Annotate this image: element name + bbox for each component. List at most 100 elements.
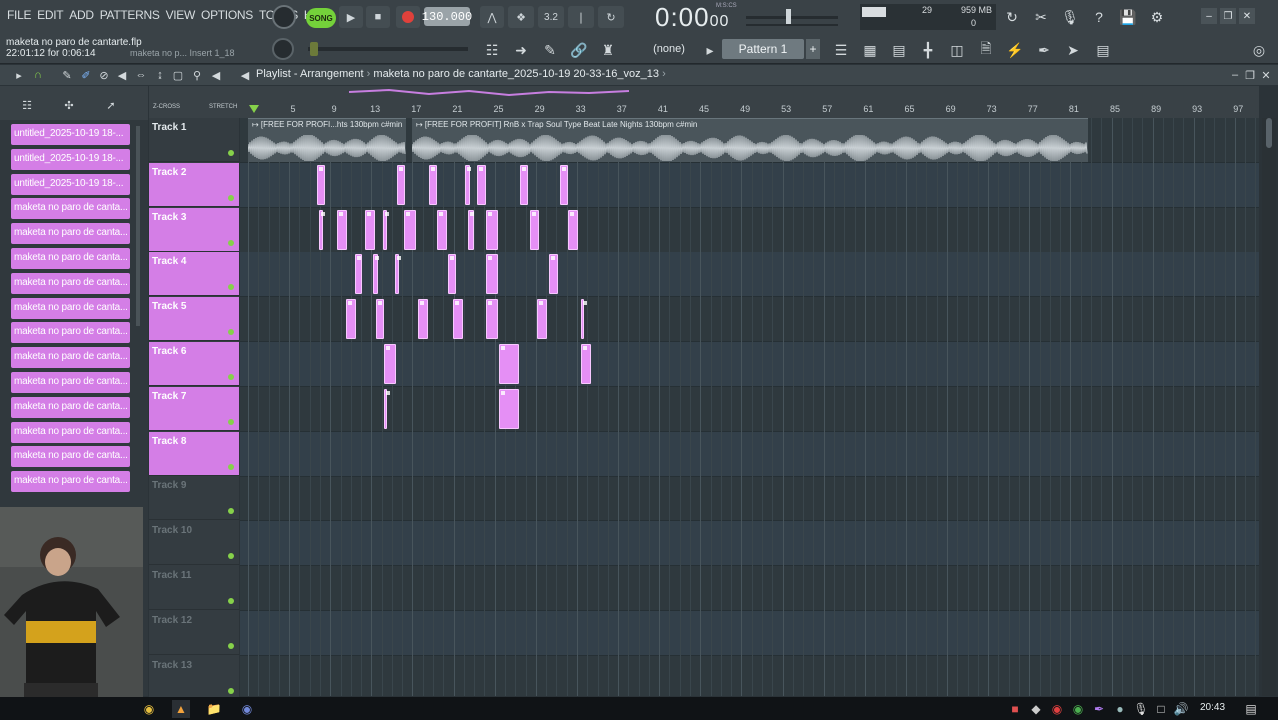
vocal-pattern-clip[interactable]: [549, 254, 558, 295]
vocal-pattern-clip[interactable]: [384, 388, 390, 429]
record-audio-button[interactable]: 🎙: [1059, 7, 1081, 27]
clip-list-scrollbar[interactable]: [136, 126, 140, 326]
track-header-2[interactable]: Track 2: [149, 162, 239, 207]
brush-tool-button[interactable]: ✎: [539, 40, 561, 60]
plugin-picker-button[interactable]: ⚡: [1004, 40, 1026, 60]
close-button[interactable]: ✕: [1239, 8, 1255, 24]
shop-button[interactable]: ▤: [1092, 40, 1114, 60]
touch-keyboard-button[interactable]: ✒: [1033, 40, 1055, 60]
clip-list-item[interactable]: maketa no paro de canta...: [11, 421, 130, 443]
clip-list-tool-1[interactable]: ☷: [20, 98, 34, 112]
track-header-1[interactable]: Track 1: [149, 118, 239, 162]
snap-selector[interactable]: (none): [640, 40, 698, 58]
clip-list-item[interactable]: maketa no paro de canta...: [11, 272, 130, 294]
loop-record-button[interactable]: ↻: [598, 6, 624, 28]
vocal-pattern-clip[interactable]: [486, 209, 498, 250]
clip-list-item[interactable]: maketa no paro de canta...: [11, 248, 130, 269]
vocal-pattern-clip[interactable]: [499, 344, 519, 384]
vocal-pattern-clip[interactable]: [429, 164, 437, 205]
piano-roll-window-button[interactable]: ▦: [859, 40, 881, 60]
vocal-pattern-clip[interactable]: [383, 209, 389, 250]
vocal-pattern-clip[interactable]: [581, 344, 591, 384]
record-button[interactable]: [396, 6, 420, 28]
vocal-pattern-clip[interactable]: [397, 164, 405, 205]
arrow-tool-button[interactable]: ➜: [510, 40, 532, 60]
vocal-pattern-clip[interactable]: [486, 254, 498, 295]
vocal-pattern-clip[interactable]: [486, 299, 498, 340]
clip-list-tool-3[interactable]: ➚: [104, 98, 118, 112]
playlist-button[interactable]: ☰: [830, 40, 852, 60]
vocal-pattern-clip[interactable]: [537, 299, 547, 340]
magnet-button[interactable]: ∩: [31, 68, 45, 82]
clip-list-item[interactable]: untitled_2025-10-19 18-...: [11, 148, 130, 170]
network-tray-icon[interactable]: □: [1152, 700, 1170, 718]
track-enable-led[interactable]: [228, 598, 234, 604]
menu-file[interactable]: FILE: [4, 8, 34, 22]
master-pitch-slider[interactable]: [308, 42, 468, 56]
menu-add[interactable]: ADD: [66, 8, 96, 22]
track-enable-led[interactable]: [228, 508, 234, 515]
track-header-6[interactable]: Track 6: [149, 342, 239, 386]
undo-history-button[interactable]: ↻: [1001, 7, 1023, 27]
pitch-knob[interactable]: [272, 38, 294, 60]
vocal-pattern-clip[interactable]: [376, 299, 384, 340]
save-button[interactable]: 💾: [1117, 7, 1139, 27]
track-header-5[interactable]: Track 5: [149, 297, 239, 342]
vocal-pattern-clip[interactable]: [395, 254, 401, 295]
menu-patterns[interactable]: PATTERNS: [97, 8, 163, 22]
clip-list-item[interactable]: untitled_2025-10-19 18-...: [11, 124, 130, 145]
track-enable-led[interactable]: [228, 463, 234, 470]
track-header-11[interactable]: Track 11: [149, 566, 239, 610]
vocal-pattern-clip[interactable]: [530, 209, 539, 250]
help-button[interactable]: ?: [1088, 7, 1110, 27]
track-enable-led[interactable]: [228, 642, 234, 649]
vocal-pattern-clip[interactable]: [346, 299, 356, 340]
vocal-pattern-clip[interactable]: [337, 209, 347, 250]
clip-list-item[interactable]: maketa no paro de canta...: [11, 223, 130, 245]
tray-app-icon-5[interactable]: ✒: [1090, 700, 1108, 718]
clip-list-item[interactable]: maketa no paro de canta...: [11, 446, 130, 468]
menu-edit[interactable]: EDIT: [34, 8, 66, 22]
maximize-button[interactable]: ❐: [1220, 8, 1236, 24]
track-enable-led[interactable]: [228, 329, 234, 336]
pattern-selector-arrow[interactable]: ▸: [703, 40, 717, 60]
stop-button[interactable]: ■: [366, 6, 390, 28]
file-explorer-taskbar-icon[interactable]: 📁: [205, 700, 223, 718]
track-enable-led[interactable]: [228, 418, 234, 425]
main-volume-knob[interactable]: [272, 5, 296, 29]
track-header-7[interactable]: Track 7: [149, 386, 239, 431]
slice-tool-button[interactable]: ↨: [153, 68, 167, 82]
clip-list-item[interactable]: maketa no paro de canta...: [11, 372, 130, 393]
volume-tray-icon[interactable]: 🔊: [1172, 700, 1190, 718]
pattern-selector[interactable]: Pattern 1: [722, 39, 804, 59]
countdown-button[interactable]: 3.2: [538, 6, 564, 28]
plugin-button[interactable]: ⚙: [1146, 7, 1168, 27]
pitch-slider-handle[interactable]: [310, 42, 318, 56]
playlist-maximize-button[interactable]: ❐: [1243, 68, 1257, 82]
master-volume-slider[interactable]: [746, 6, 846, 30]
timeline-ruler[interactable]: Z-CROSS STRETCH 5 9 13 17 21 25 29 33 37 41 45 49 53…: [149, 86, 1259, 118]
stretch-label[interactable]: STRETCH: [209, 104, 237, 110]
vocal-pattern-clip[interactable]: [384, 344, 396, 384]
clip-list-item[interactable]: maketa no paro de canta...: [11, 471, 130, 493]
menu-options[interactable]: OPTIONS: [198, 8, 256, 22]
track-header-12[interactable]: Track 12: [149, 610, 239, 655]
track-enable-led[interactable]: [228, 374, 234, 380]
piano-roll-button[interactable]: ☷: [481, 40, 503, 60]
playlist-close-button[interactable]: ✕: [1259, 68, 1273, 82]
play-button[interactable]: ▶: [339, 6, 363, 28]
clip-list-item[interactable]: maketa no paro de canta...: [11, 347, 130, 369]
scroll-thumb[interactable]: [1266, 118, 1272, 148]
vocal-pattern-clip[interactable]: [319, 209, 325, 250]
wait-for-input-button[interactable]: ❖: [508, 6, 534, 28]
playlist-vertical-scrollbar[interactable]: [1262, 118, 1276, 696]
feedback-button[interactable]: ➤: [1062, 40, 1084, 60]
paint-tool-button[interactable]: ✐: [79, 68, 93, 82]
audio-clip[interactable]: ↦ [FREE FOR PROFI...hts 130bpm c#min: [248, 118, 406, 162]
vocal-pattern-clip[interactable]: [568, 209, 578, 250]
vocal-pattern-clip[interactable]: [365, 209, 375, 250]
zcross-label[interactable]: Z-CROSS: [153, 104, 180, 110]
track-enable-led[interactable]: [228, 150, 234, 156]
tempo-display[interactable]: 130.000: [422, 7, 472, 26]
vocal-pattern-clip[interactable]: [448, 254, 456, 295]
